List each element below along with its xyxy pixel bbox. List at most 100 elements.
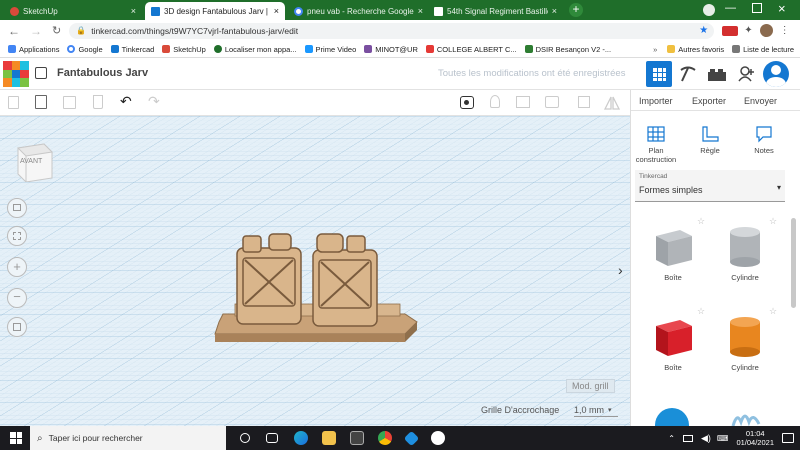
taskbar-search-box[interactable]: ⌕ Taper ici pour rechercher [30, 426, 226, 450]
shape-scribble[interactable] [729, 408, 763, 426]
tray-chevron-icon[interactable]: ⌃ [668, 434, 675, 443]
favorite-star-icon[interactable]: ☆ [769, 306, 777, 317]
jerrycan-model[interactable] [205, 224, 445, 364]
close-tab-icon[interactable]: × [418, 6, 423, 16]
task-view-icon[interactable] [266, 433, 278, 443]
workplane-tool[interactable]: Plan construction [635, 125, 677, 164]
show-all-eye-icon[interactable] [460, 96, 474, 109]
edge-icon[interactable] [294, 431, 308, 445]
user-avatar[interactable] [763, 61, 789, 87]
snap-grid-select[interactable]: 1,0 mm ▾ [574, 403, 618, 417]
mod-grid-button[interactable]: Mod. grill [566, 379, 615, 393]
taskbar-clock[interactable]: 01:04 01/04/2021 [736, 429, 774, 447]
bookmark-sketchup[interactable]: SketchUp [162, 45, 206, 54]
tinkercad-logo[interactable] [3, 61, 29, 87]
close-window-icon[interactable]: × [778, 1, 786, 16]
redo-icon[interactable]: ↷ [148, 93, 160, 110]
workplane-canvas[interactable]: AVANT + − › Mod. grill Grille D'accrocha… [0, 116, 630, 426]
browser-tab-tinkercad[interactable]: 3D design Fantabulous Jarv | Tink × [145, 2, 285, 20]
ruler-tool[interactable]: Règle [693, 125, 727, 155]
view-cube[interactable]: AVANT [14, 138, 54, 183]
light-bulb-icon[interactable] [490, 95, 500, 108]
close-tab-icon[interactable]: × [552, 6, 557, 16]
shape-box-grey[interactable]: ☆ Boîte [645, 216, 705, 296]
group-icon[interactable] [545, 96, 559, 108]
copy-icon[interactable] [8, 96, 19, 109]
duplicate-icon[interactable] [63, 96, 76, 109]
bricks-icon[interactable] [708, 67, 726, 84]
shape-cylinder-orange[interactable]: ☆ Cylindre [717, 306, 777, 386]
fit-view-button[interactable] [7, 226, 27, 246]
bookmark-dsir[interactable]: DSIR Besançon V2 -... [524, 45, 611, 54]
bookmark-college[interactable]: COLLEGE ALBERT C... [425, 45, 517, 54]
bookmark-tinkercad[interactable]: Tinkercad [110, 45, 154, 54]
close-tab-icon[interactable]: × [131, 6, 136, 16]
browser-tab-google[interactable]: pneu vab - Recherche Google × [288, 2, 426, 20]
ime-icon[interactable]: ⌨ [717, 434, 729, 443]
shape-box-red[interactable]: ☆ Boîte [645, 306, 705, 386]
shape-sphere-blue[interactable] [655, 408, 689, 426]
add-user-icon[interactable] [738, 66, 756, 85]
shape-library-select[interactable]: Tinkercad Formes simples ▾ [635, 170, 785, 202]
microsoft-store-icon[interactable] [350, 431, 364, 445]
more-bookmarks-icon[interactable]: » [653, 45, 657, 54]
delete-icon[interactable] [93, 95, 103, 109]
library-scrollbar[interactable] [791, 218, 796, 308]
file-explorer-icon[interactable] [322, 431, 336, 445]
tab-search-icon[interactable] [703, 4, 715, 16]
perspective-toggle-button[interactable] [7, 317, 27, 337]
favorite-star-icon[interactable]: ☆ [769, 216, 777, 227]
adblock-extension-icon[interactable] [722, 25, 739, 36]
send-button[interactable]: Envoyer [744, 96, 777, 106]
maximize-window-icon[interactable] [752, 3, 762, 13]
close-tab-icon[interactable]: × [274, 6, 279, 16]
bookmark-localiser[interactable]: Localiser mon appa... [213, 45, 297, 54]
back-arrow-icon[interactable]: ← [8, 24, 20, 38]
collapse-panel-chevron-icon[interactable]: › [618, 262, 623, 278]
cortana-icon[interactable] [240, 433, 250, 443]
bookmark-other-favorites[interactable]: Autres favoris [667, 45, 724, 54]
shape-cylinder-grey[interactable]: ☆ Cylindre [717, 216, 777, 296]
extensions-puzzle-icon[interactable]: ✦ [744, 25, 752, 36]
bookmark-reading-list[interactable]: Liste de lecture [732, 45, 794, 54]
home-view-button[interactable] [7, 198, 27, 218]
bookmark-prime-video[interactable]: Prime Video [304, 45, 356, 54]
zoom-out-button[interactable]: − [7, 288, 27, 308]
mirror-icon[interactable] [603, 95, 621, 113]
profile-avatar-icon[interactable] [759, 24, 773, 37]
dropdown-caret-icon: ▾ [608, 406, 612, 414]
network-icon[interactable] [682, 434, 693, 442]
bookmark-applications[interactable]: Applications [8, 45, 59, 54]
volume-icon[interactable]: ◀) [701, 433, 711, 444]
minimize-window-icon[interactable]: — [725, 2, 736, 14]
notes-tool[interactable]: Notes [747, 125, 781, 155]
app-blue-diamond-icon[interactable] [403, 430, 420, 446]
favorite-star-icon[interactable]: ☆ [697, 216, 705, 227]
chrome-taskbar-icon[interactable] [378, 431, 392, 445]
browser-tab-signal-regiment[interactable]: 54th Signal Regiment Bastille Da × [428, 2, 563, 20]
3d-view-button[interactable] [646, 61, 672, 87]
export-button[interactable]: Exporter [692, 96, 726, 106]
design-title[interactable]: Fantabulous Jarv [57, 67, 148, 79]
notifications-icon[interactable] [782, 433, 794, 443]
pickaxe-icon[interactable] [679, 66, 697, 85]
address-bar[interactable]: 🔒 tinkercad.com/things/t9W7YC7vjrl-fanta… [69, 22, 715, 39]
import-button[interactable]: Importer [639, 96, 673, 106]
new-tab-button[interactable]: + [569, 3, 583, 17]
bookmark-google[interactable]: Google [67, 45, 103, 54]
reload-icon[interactable]: ↻ [52, 24, 61, 37]
zoom-in-button[interactable]: + [7, 257, 27, 277]
shape-note-icon[interactable] [516, 96, 530, 108]
favorite-star-icon[interactable]: ☆ [697, 306, 705, 317]
align-icon[interactable] [578, 96, 590, 108]
chrome-menu-icon[interactable]: ⋮ [780, 25, 790, 36]
bookmark-minotaur[interactable]: MINOT@UR [364, 45, 418, 54]
bookmark-star-icon[interactable]: ★ [699, 25, 708, 36]
browser-tab-sketchup[interactable]: SketchUp × [4, 2, 142, 20]
design-list-icon[interactable] [35, 67, 47, 79]
app-round-icon[interactable] [431, 431, 445, 445]
forward-arrow-icon[interactable]: → [30, 24, 42, 38]
windows-start-icon[interactable] [10, 432, 22, 444]
undo-icon[interactable]: ↶ [120, 93, 132, 110]
paste-icon[interactable] [35, 95, 47, 109]
